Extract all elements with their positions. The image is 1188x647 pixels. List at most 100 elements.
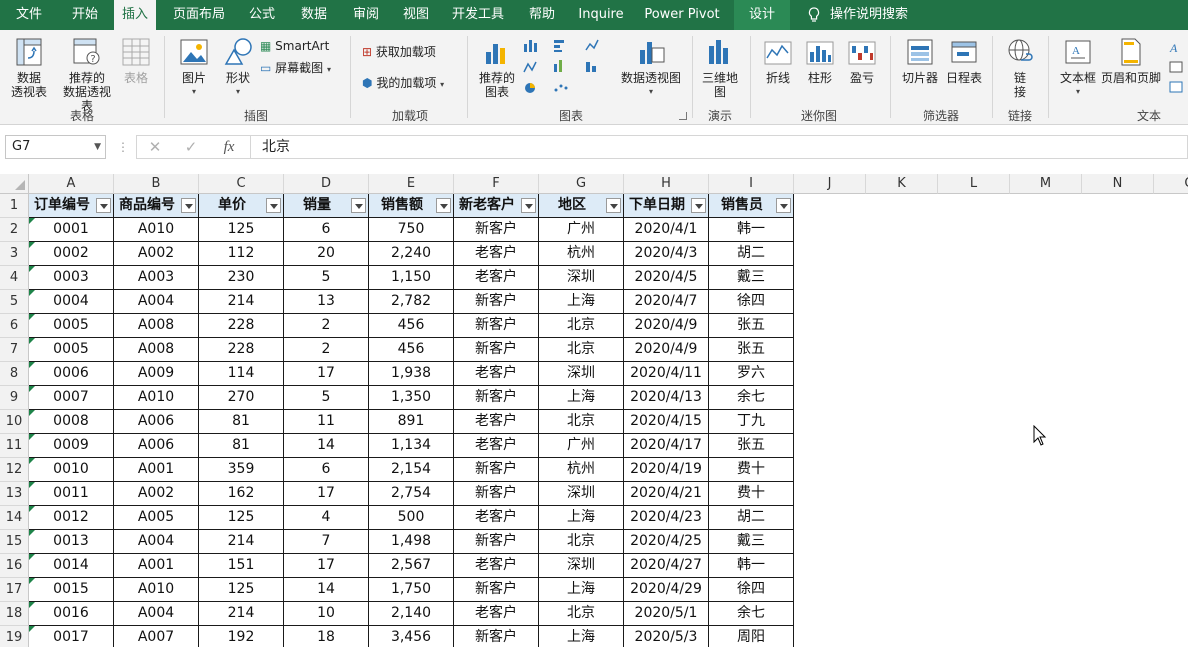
header-cell[interactable]: 单价	[199, 194, 284, 218]
table-cell[interactable]: 周阳	[709, 626, 794, 647]
table-cell[interactable]: 6	[284, 458, 369, 482]
table-cell[interactable]: 深圳	[539, 482, 624, 506]
table-button[interactable]: 表格	[118, 36, 154, 85]
table-cell[interactable]: A007	[114, 626, 199, 647]
row-header[interactable]: 16	[0, 554, 29, 578]
link-button[interactable]: 链 接	[1000, 36, 1040, 99]
table-cell[interactable]: 新客户	[454, 218, 539, 242]
header-cell[interactable]: 地区	[539, 194, 624, 218]
row-header[interactable]: 12	[0, 458, 29, 482]
get-addins-button[interactable]: ⊞ 获取加载项	[362, 44, 436, 60]
row-header[interactable]: 3	[0, 242, 29, 266]
column-header-o[interactable]: O	[1154, 174, 1188, 194]
table-cell[interactable]: 北京	[539, 530, 624, 554]
table-cell[interactable]: 新客户	[454, 482, 539, 506]
table-cell[interactable]: 2020/4/3	[624, 242, 709, 266]
recommended-charts-button[interactable]: 推荐的 图表	[476, 36, 518, 99]
textbox-button[interactable]: A 文本框 ▾	[1056, 36, 1100, 99]
column-header-a[interactable]: A	[29, 174, 114, 194]
table-cell[interactable]: A004	[114, 602, 199, 626]
table-cell[interactable]: 214	[199, 290, 284, 314]
table-cell[interactable]: 老客户	[454, 434, 539, 458]
row-header[interactable]: 9	[0, 386, 29, 410]
table-cell[interactable]: A010	[114, 386, 199, 410]
table-cell[interactable]: 114	[199, 362, 284, 386]
table-cell[interactable]: 2020/4/9	[624, 314, 709, 338]
table-cell[interactable]: 214	[199, 530, 284, 554]
column-header-l[interactable]: L	[938, 174, 1010, 194]
table-cell[interactable]: A004	[114, 290, 199, 314]
worksheet-grid[interactable]: ABCDEFGHIJKLMNO 1 订单编号 商品编号 单价 销量 销售额 新老客户 地区 下单日…	[0, 174, 1188, 647]
table-cell[interactable]: 20	[284, 242, 369, 266]
column-header-i[interactable]: I	[709, 174, 794, 194]
table-cell[interactable]: 0005	[29, 314, 114, 338]
table-cell[interactable]: 2020/5/1	[624, 602, 709, 626]
table-cell[interactable]: 1,134	[369, 434, 454, 458]
table-cell[interactable]: 2020/4/9	[624, 338, 709, 362]
table-cell[interactable]: A003	[114, 266, 199, 290]
table-cell[interactable]: A008	[114, 338, 199, 362]
filter-dropdown-icon[interactable]	[691, 198, 706, 213]
filter-dropdown-icon[interactable]	[266, 198, 281, 213]
sparkline-line-button[interactable]: 折线	[760, 36, 796, 85]
table-cell[interactable]: A009	[114, 362, 199, 386]
table-cell[interactable]: 新客户	[454, 314, 539, 338]
table-cell[interactable]: 230	[199, 266, 284, 290]
table-cell[interactable]: 456	[369, 338, 454, 362]
row-header[interactable]: 18	[0, 602, 29, 626]
name-box[interactable]: G7 ▼	[5, 135, 106, 159]
table-cell[interactable]: 17	[284, 554, 369, 578]
table-cell[interactable]: A010	[114, 218, 199, 242]
table-cell[interactable]: 2	[284, 338, 369, 362]
table-cell[interactable]: 2,154	[369, 458, 454, 482]
table-cell[interactable]: 戴三	[709, 266, 794, 290]
table-cell[interactable]: 张五	[709, 314, 794, 338]
column-header-b[interactable]: B	[114, 174, 199, 194]
table-cell[interactable]: 13	[284, 290, 369, 314]
table-cell[interactable]: 5	[284, 386, 369, 410]
row-header[interactable]: 19	[0, 626, 29, 647]
row-header[interactable]: 4	[0, 266, 29, 290]
table-cell[interactable]: 老客户	[454, 266, 539, 290]
table-cell[interactable]: 上海	[539, 578, 624, 602]
table-cell[interactable]: 戴三	[709, 530, 794, 554]
table-cell[interactable]: 270	[199, 386, 284, 410]
table-cell[interactable]: 北京	[539, 410, 624, 434]
column-header-n[interactable]: N	[1082, 174, 1154, 194]
table-cell[interactable]: 北京	[539, 314, 624, 338]
table-cell[interactable]: 214	[199, 602, 284, 626]
sparkline-winloss-button[interactable]: 盈亏	[844, 36, 880, 85]
header-cell[interactable]: 新老客户	[454, 194, 539, 218]
pictures-button[interactable]: 图片 ▾	[174, 36, 214, 99]
header-cell[interactable]: 下单日期	[624, 194, 709, 218]
tab-file[interactable]: 文件	[4, 0, 54, 30]
table-cell[interactable]: 2020/4/27	[624, 554, 709, 578]
table-cell[interactable]: 0010	[29, 458, 114, 482]
table-cell[interactable]: 2020/4/23	[624, 506, 709, 530]
filter-dropdown-icon[interactable]	[606, 198, 621, 213]
table-cell[interactable]: 18	[284, 626, 369, 647]
table-cell[interactable]: 费十	[709, 458, 794, 482]
table-cell[interactable]: A002	[114, 482, 199, 506]
shapes-button[interactable]: 形状 ▾	[218, 36, 258, 99]
column-header-d[interactable]: D	[284, 174, 369, 194]
table-cell[interactable]: 17	[284, 362, 369, 386]
table-cell[interactable]: 750	[369, 218, 454, 242]
table-cell[interactable]: 228	[199, 338, 284, 362]
sparkline-column-button[interactable]: 柱形	[802, 36, 838, 85]
table-cell[interactable]: 张五	[709, 434, 794, 458]
table-cell[interactable]: 2020/4/15	[624, 410, 709, 434]
table-cell[interactable]: 0001	[29, 218, 114, 242]
table-cell[interactable]: 杭州	[539, 458, 624, 482]
table-cell[interactable]: 0013	[29, 530, 114, 554]
table-cell[interactable]: 广州	[539, 434, 624, 458]
table-cell[interactable]: 新客户	[454, 530, 539, 554]
table-cell[interactable]: 2020/4/17	[624, 434, 709, 458]
table-cell[interactable]: A006	[114, 410, 199, 434]
table-cell[interactable]: A008	[114, 314, 199, 338]
table-cell[interactable]: 0006	[29, 362, 114, 386]
row-header[interactable]: 6	[0, 314, 29, 338]
tab-power-pivot[interactable]: Power Pivot	[640, 0, 724, 30]
table-cell[interactable]: 老客户	[454, 506, 539, 530]
row-header[interactable]: 1	[0, 194, 29, 218]
